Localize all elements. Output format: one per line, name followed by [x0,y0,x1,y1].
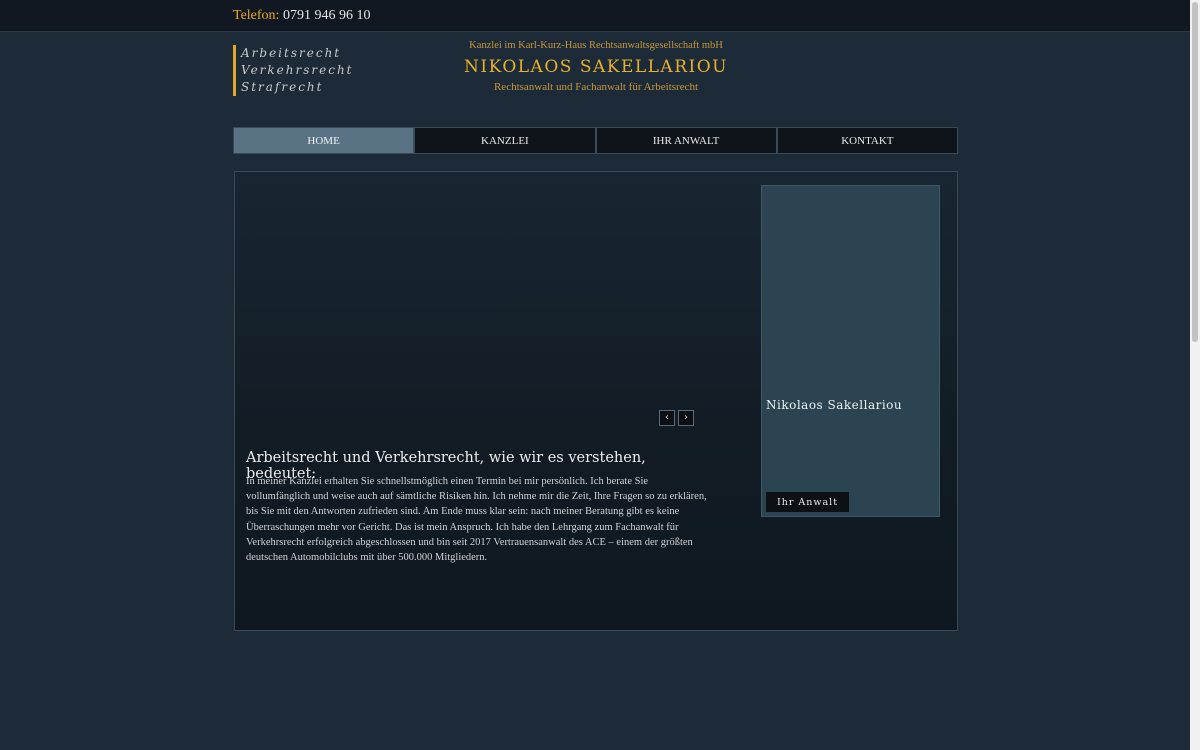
kanzlei-line: Kanzlei im Karl-Kurz-Haus Rechtsanwaltsg… [469,40,723,51]
main-text: In meiner Kanzlei erhalten Sie schnellst… [246,476,707,564]
scrollbar[interactable] [1190,0,1200,750]
specialty-verkehrsrecht: Verkehrsrecht [241,63,354,77]
lawyer-name: Nikolaos Sakellariou [766,398,903,412]
site-subtitle: Rechtsanwalt und Fachanwalt für Arbeitsr… [493,81,699,93]
ihr-anwalt-button[interactable]: Ihr Anwalt [766,492,849,512]
nav-ihr-anwalt[interactable]: IHR ANWALT [595,127,777,154]
chevron-right-icon: › [684,412,688,423]
nav-kanzlei[interactable]: KANZLEI [414,127,596,154]
nav-kontakt[interactable]: KONTAKT [776,127,958,154]
slider-prev-button[interactable]: ‹ [659,410,675,426]
phone-info: Telefon: 0791 946 96 10 [233,8,370,24]
main-panel: ‹ › Arbeitsrecht und Verkehrsrecht, wie … [234,171,958,631]
site-header: Kanzlei im Karl-Kurz-Haus Rechtsanwaltsg… [430,40,762,93]
phone-label: Telefon: [233,8,280,23]
phone-number[interactable]: 0791 946 96 10 [283,8,371,23]
slider-next-button[interactable]: › [678,410,694,426]
nav-home[interactable]: HOME [233,127,415,154]
specialty-arbeitsrecht: Arbeitsrecht [241,46,342,60]
specialties-list: Arbeitsrecht Verkehrsrecht Strafrecht [233,45,354,96]
main-nav: HOME KANZLEI IHR ANWALT KONTAKT [233,127,958,154]
chevron-left-icon: ‹ [665,412,669,423]
scrollbar-thumb[interactable] [1192,2,1198,342]
site-title[interactable]: NIKOLAOS SAKELLARIOU [430,57,762,77]
specialty-strafrecht: Strafrecht [241,80,324,94]
top-bar: Telefon: 0791 946 96 10 [0,0,1190,32]
lawyer-card: Nikolaos Sakellariou Ihr Anwalt [761,185,940,517]
